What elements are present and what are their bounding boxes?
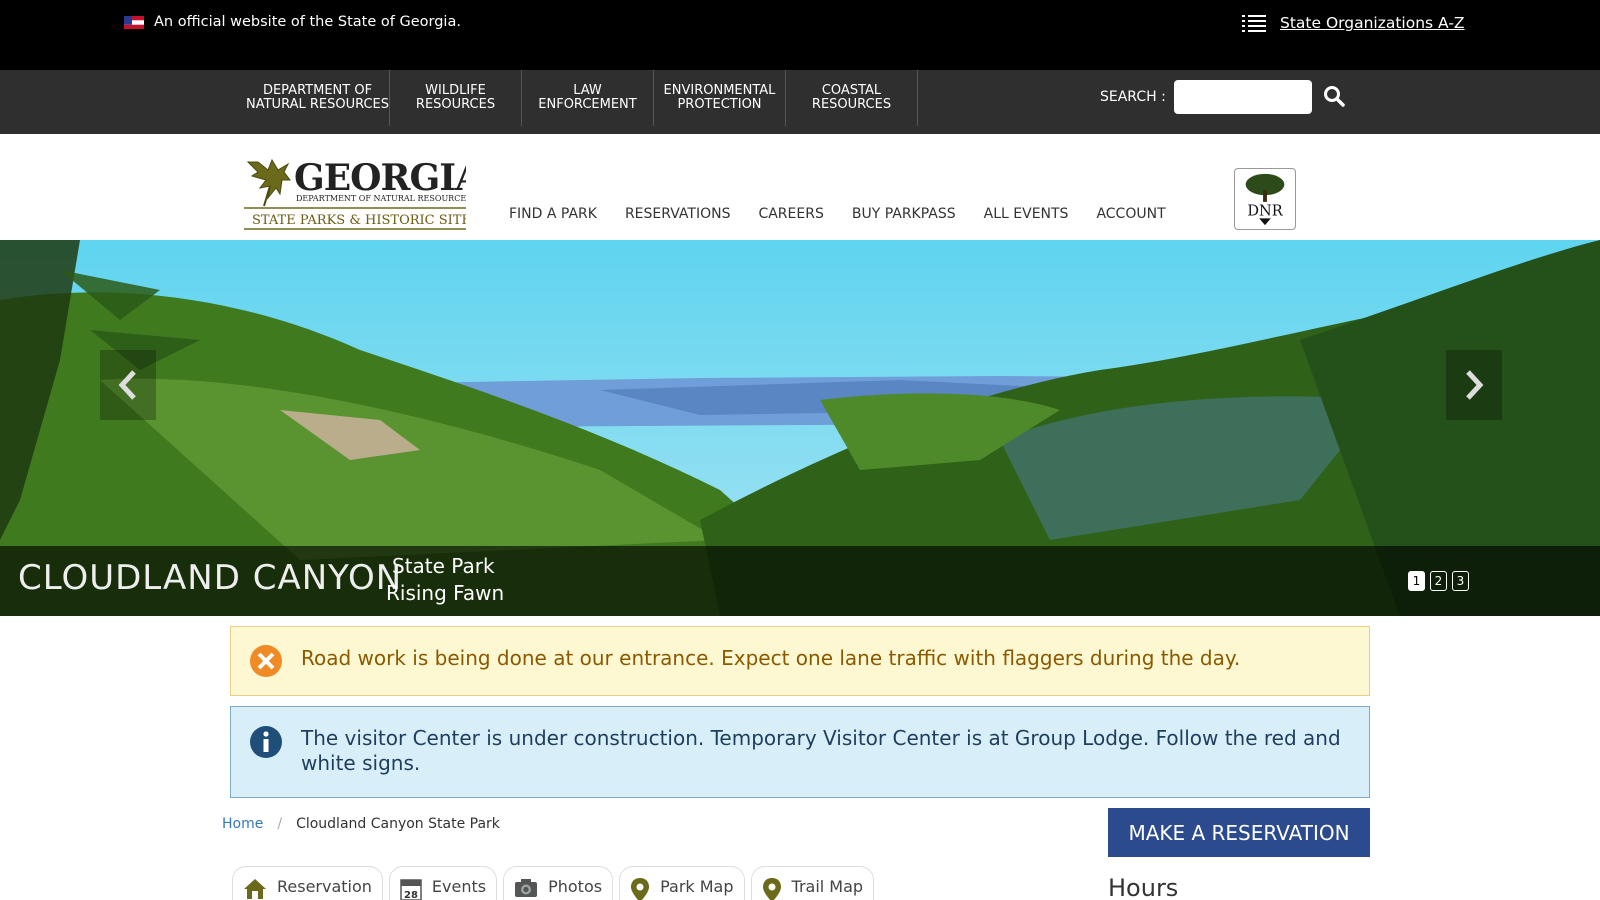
breadcrumb-current: Cloudland Canyon State Park: [296, 816, 500, 832]
hours-heading: Hours: [1108, 874, 1179, 900]
svg-text:DEPARTMENT OF NATURAL RESOURCE: DEPARTMENT OF NATURAL RESOURCES: [296, 194, 466, 203]
svg-text:STATE PARKS & HISTORIC SITES: STATE PARKS & HISTORIC SITES: [252, 213, 466, 228]
info-alert: The visitor Center is under construction…: [230, 706, 1370, 798]
nav-reservations[interactable]: RESERVATIONS: [625, 206, 731, 222]
official-website-text: An official website of the State of Geor…: [154, 14, 461, 30]
warning-alert: Road work is being done at our entrance.…: [230, 626, 1370, 696]
warning-alert-text: Road work is being done at our entrance.…: [301, 646, 1241, 670]
search-icon[interactable]: [1322, 84, 1346, 108]
search-label: SEARCH :: [1100, 89, 1166, 105]
state-organizations-link[interactable]: State Organizations A-Z: [1280, 14, 1465, 32]
info-icon: [250, 726, 282, 758]
breadcrumb-home[interactable]: Home: [222, 816, 263, 832]
park-name: CLOUDLAND CANYON: [18, 558, 403, 598]
tab-trail-map[interactable]: Trail Map: [750, 866, 875, 900]
camera-icon: [515, 879, 538, 897]
park-type: State Park: [392, 554, 495, 578]
carousel-indicator-1[interactable]: 1: [1408, 571, 1425, 591]
tab-events[interactable]: 28 Events: [388, 866, 498, 900]
chevron-right-icon: [1466, 370, 1484, 400]
agency-link-natural-resources[interactable]: DEPARTMENT OF NATURAL RESOURCES: [246, 70, 390, 126]
carousel-indicator-3[interactable]: 3: [1452, 571, 1469, 591]
tab-reservation[interactable]: Reservation: [232, 866, 383, 900]
carousel-next-button[interactable]: [1446, 350, 1502, 420]
nav-buy-parkpass[interactable]: BUY PARKPASS: [852, 206, 956, 222]
tab-photos[interactable]: Photos: [503, 866, 614, 900]
tab-reservation-label: Reservation: [277, 877, 372, 896]
home-icon: [244, 879, 266, 899]
agency-link-wildlife[interactable]: WILDLIFE RESOURCES: [390, 70, 522, 126]
warning-x-icon: [250, 645, 282, 677]
search-input[interactable]: [1174, 80, 1312, 114]
info-alert-text: The visitor Center is under construction…: [301, 726, 1341, 775]
nav-careers[interactable]: CAREERS: [758, 206, 823, 222]
list-icon: [1242, 15, 1266, 32]
agency-nav: DEPARTMENT OF NATURAL RESOURCES WILDLIFE…: [0, 70, 1600, 134]
breadcrumb: Home / Cloudland Canyon State Park: [222, 816, 500, 832]
chevron-left-icon: [118, 370, 136, 400]
make-reservation-button[interactable]: MAKE A RESERVATION: [1108, 808, 1370, 857]
hero-carousel: CLOUDLAND CANYON State Park Rising Fawn …: [0, 240, 1600, 616]
tab-photos-label: Photos: [548, 877, 603, 896]
hero-caption: CLOUDLAND CANYON State Park Rising Fawn …: [0, 546, 1600, 616]
svg-text:28: 28: [404, 890, 418, 900]
nav-account[interactable]: ACCOUNT: [1096, 206, 1165, 222]
map-pin-icon: [631, 878, 650, 900]
carousel-prev-button[interactable]: [100, 350, 156, 420]
main-nav: FIND A PARK RESERVATIONS CAREERS BUY PAR…: [509, 206, 1194, 222]
carousel-indicator-2[interactable]: 2: [1430, 571, 1447, 591]
nav-all-events[interactable]: ALL EVENTS: [984, 206, 1069, 222]
dnr-logo[interactable]: DNR: [1234, 168, 1296, 230]
park-tabs: Reservation 28 Events Photos Park Map Tr…: [232, 866, 880, 900]
map-pin-icon: [762, 878, 781, 900]
tab-park-map[interactable]: Park Map: [619, 866, 745, 900]
carousel-indicators: 1 2 3: [1408, 571, 1474, 591]
park-town: Rising Fawn: [386, 581, 505, 605]
calendar-icon: 28: [400, 879, 422, 900]
tab-events-label: Events: [431, 877, 487, 896]
georgia-state-parks-logo[interactable]: GEORGIA DEPARTMENT OF NATURAL RESOURCES …: [244, 158, 466, 232]
nav-find-a-park[interactable]: FIND A PARK: [509, 206, 597, 222]
breadcrumb-separator: /: [277, 816, 283, 832]
official-banner: An official website of the State of Geor…: [0, 0, 1600, 70]
svg-text:GEORGIA: GEORGIA: [294, 158, 466, 199]
dnr-badge-text: DNR: [1247, 203, 1283, 219]
agency-link-law-enforcement[interactable]: LAW ENFORCEMENT: [522, 70, 654, 126]
state-organizations-link-group[interactable]: State Organizations A-Z: [1242, 14, 1465, 32]
tab-trail-map-label: Trail Map: [791, 877, 864, 896]
agency-link-environmental[interactable]: ENVIRONMENTAL PROTECTION: [654, 70, 786, 126]
tab-park-map-label: Park Map: [660, 877, 734, 896]
agency-link-coastal[interactable]: COASTAL RESOURCES: [786, 70, 918, 126]
georgia-flag-icon: [124, 16, 144, 29]
